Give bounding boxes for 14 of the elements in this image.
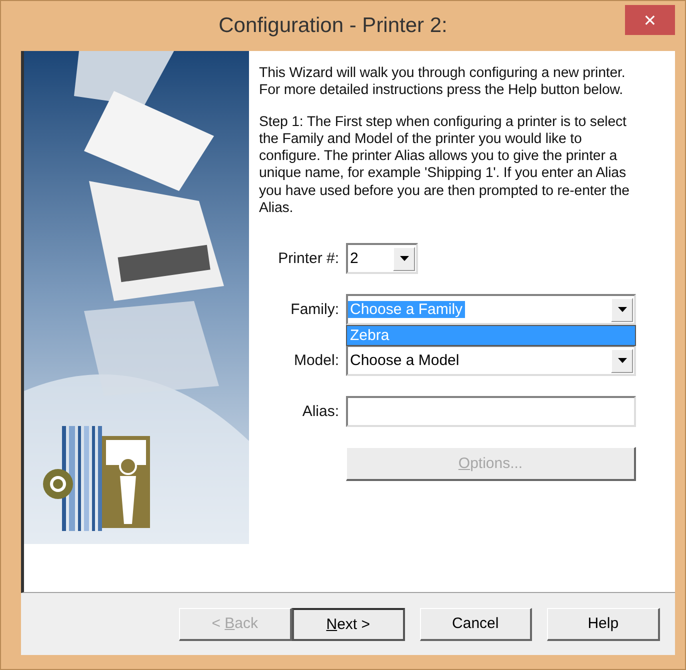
printer-number-label: Printer #: (277, 250, 339, 268)
wizard-button[interactable]: Help (547, 608, 660, 640)
family-label: Family: (290, 301, 339, 318)
alias-input[interactable] (346, 396, 636, 428)
alias-label: Alias: (301, 403, 339, 420)
close-button[interactable]: ✕ (625, 5, 675, 35)
window-title: Configuration - Printer 2: (218, 14, 448, 38)
printer-number-dropdown[interactable]: 2 (346, 243, 418, 274)
intro-text: This Wizard will walk you through configuring a new printer. For more detailed instructions press the Help button below. (259, 65, 626, 100)
wizard-button[interactable]: Cancel (420, 608, 532, 640)
wizard-button[interactable]: Next > (292, 608, 404, 640)
step-instructions: Step 1: The First step when configuring a printer is to select the Family and Model of the printer you would like to configure. The printer Alias allows you to give the printer a unique name, for example 'Shipping 1'. If you enter an Alias you have used before you are then prompted to re-enter the Alias. (259, 114, 630, 218)
model-dropdown[interactable]: Choose a Model (346, 345, 636, 376)
model-label: Model: (292, 352, 339, 370)
